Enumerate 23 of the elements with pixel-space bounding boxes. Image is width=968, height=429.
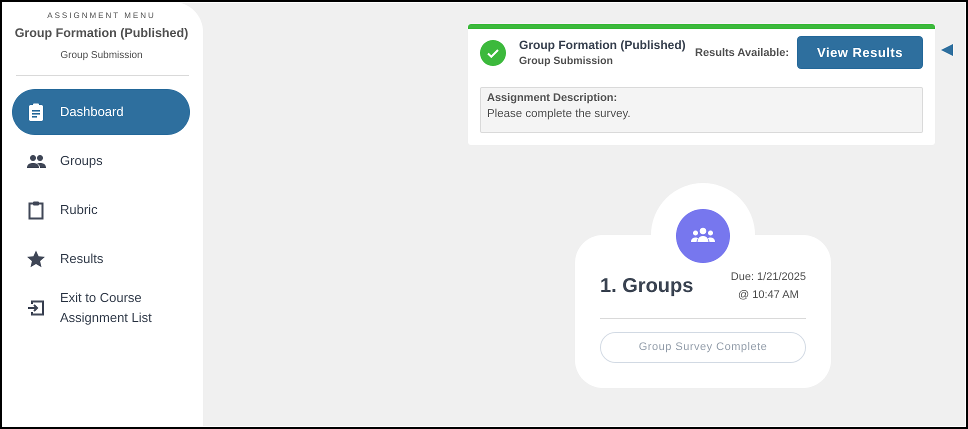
nav-item[interactable]: Dashboard	[12, 88, 190, 135]
clipboard-icon	[26, 102, 46, 122]
exit-icon	[26, 298, 46, 318]
card-subtitle: Group Submission	[519, 54, 614, 69]
clipboard-icon	[26, 200, 46, 220]
nav-item[interactable]: Rubric	[12, 186, 190, 233]
star-icon	[26, 248, 46, 269]
menu-label: ASSIGNMENT MENU	[46, 10, 157, 22]
assignment-subtitle: Group Submission	[59, 48, 144, 63]
assignment-title: Group Formation (Published)	[14, 25, 190, 42]
view-results-button[interactable]: View Results	[797, 36, 923, 70]
nav-item[interactable]: Exit to Course Assignment List	[12, 284, 190, 331]
description-label: Assignment Description:	[487, 90, 618, 106]
card-title: Group Formation (Published)	[519, 37, 686, 54]
nav-item[interactable]: Results	[12, 236, 190, 282]
results-label: Results Available:	[695, 46, 789, 61]
due-time: @ 10:47 AM	[737, 288, 800, 302]
description-text: Please complete the survey.	[487, 107, 632, 122]
arrow-icon	[941, 44, 953, 56]
nav-item[interactable]: Groups	[12, 138, 190, 184]
due-date: Due: 1/21/2025	[730, 270, 806, 284]
step-title: 1. Groups	[600, 274, 694, 298]
check-icon	[480, 40, 506, 66]
